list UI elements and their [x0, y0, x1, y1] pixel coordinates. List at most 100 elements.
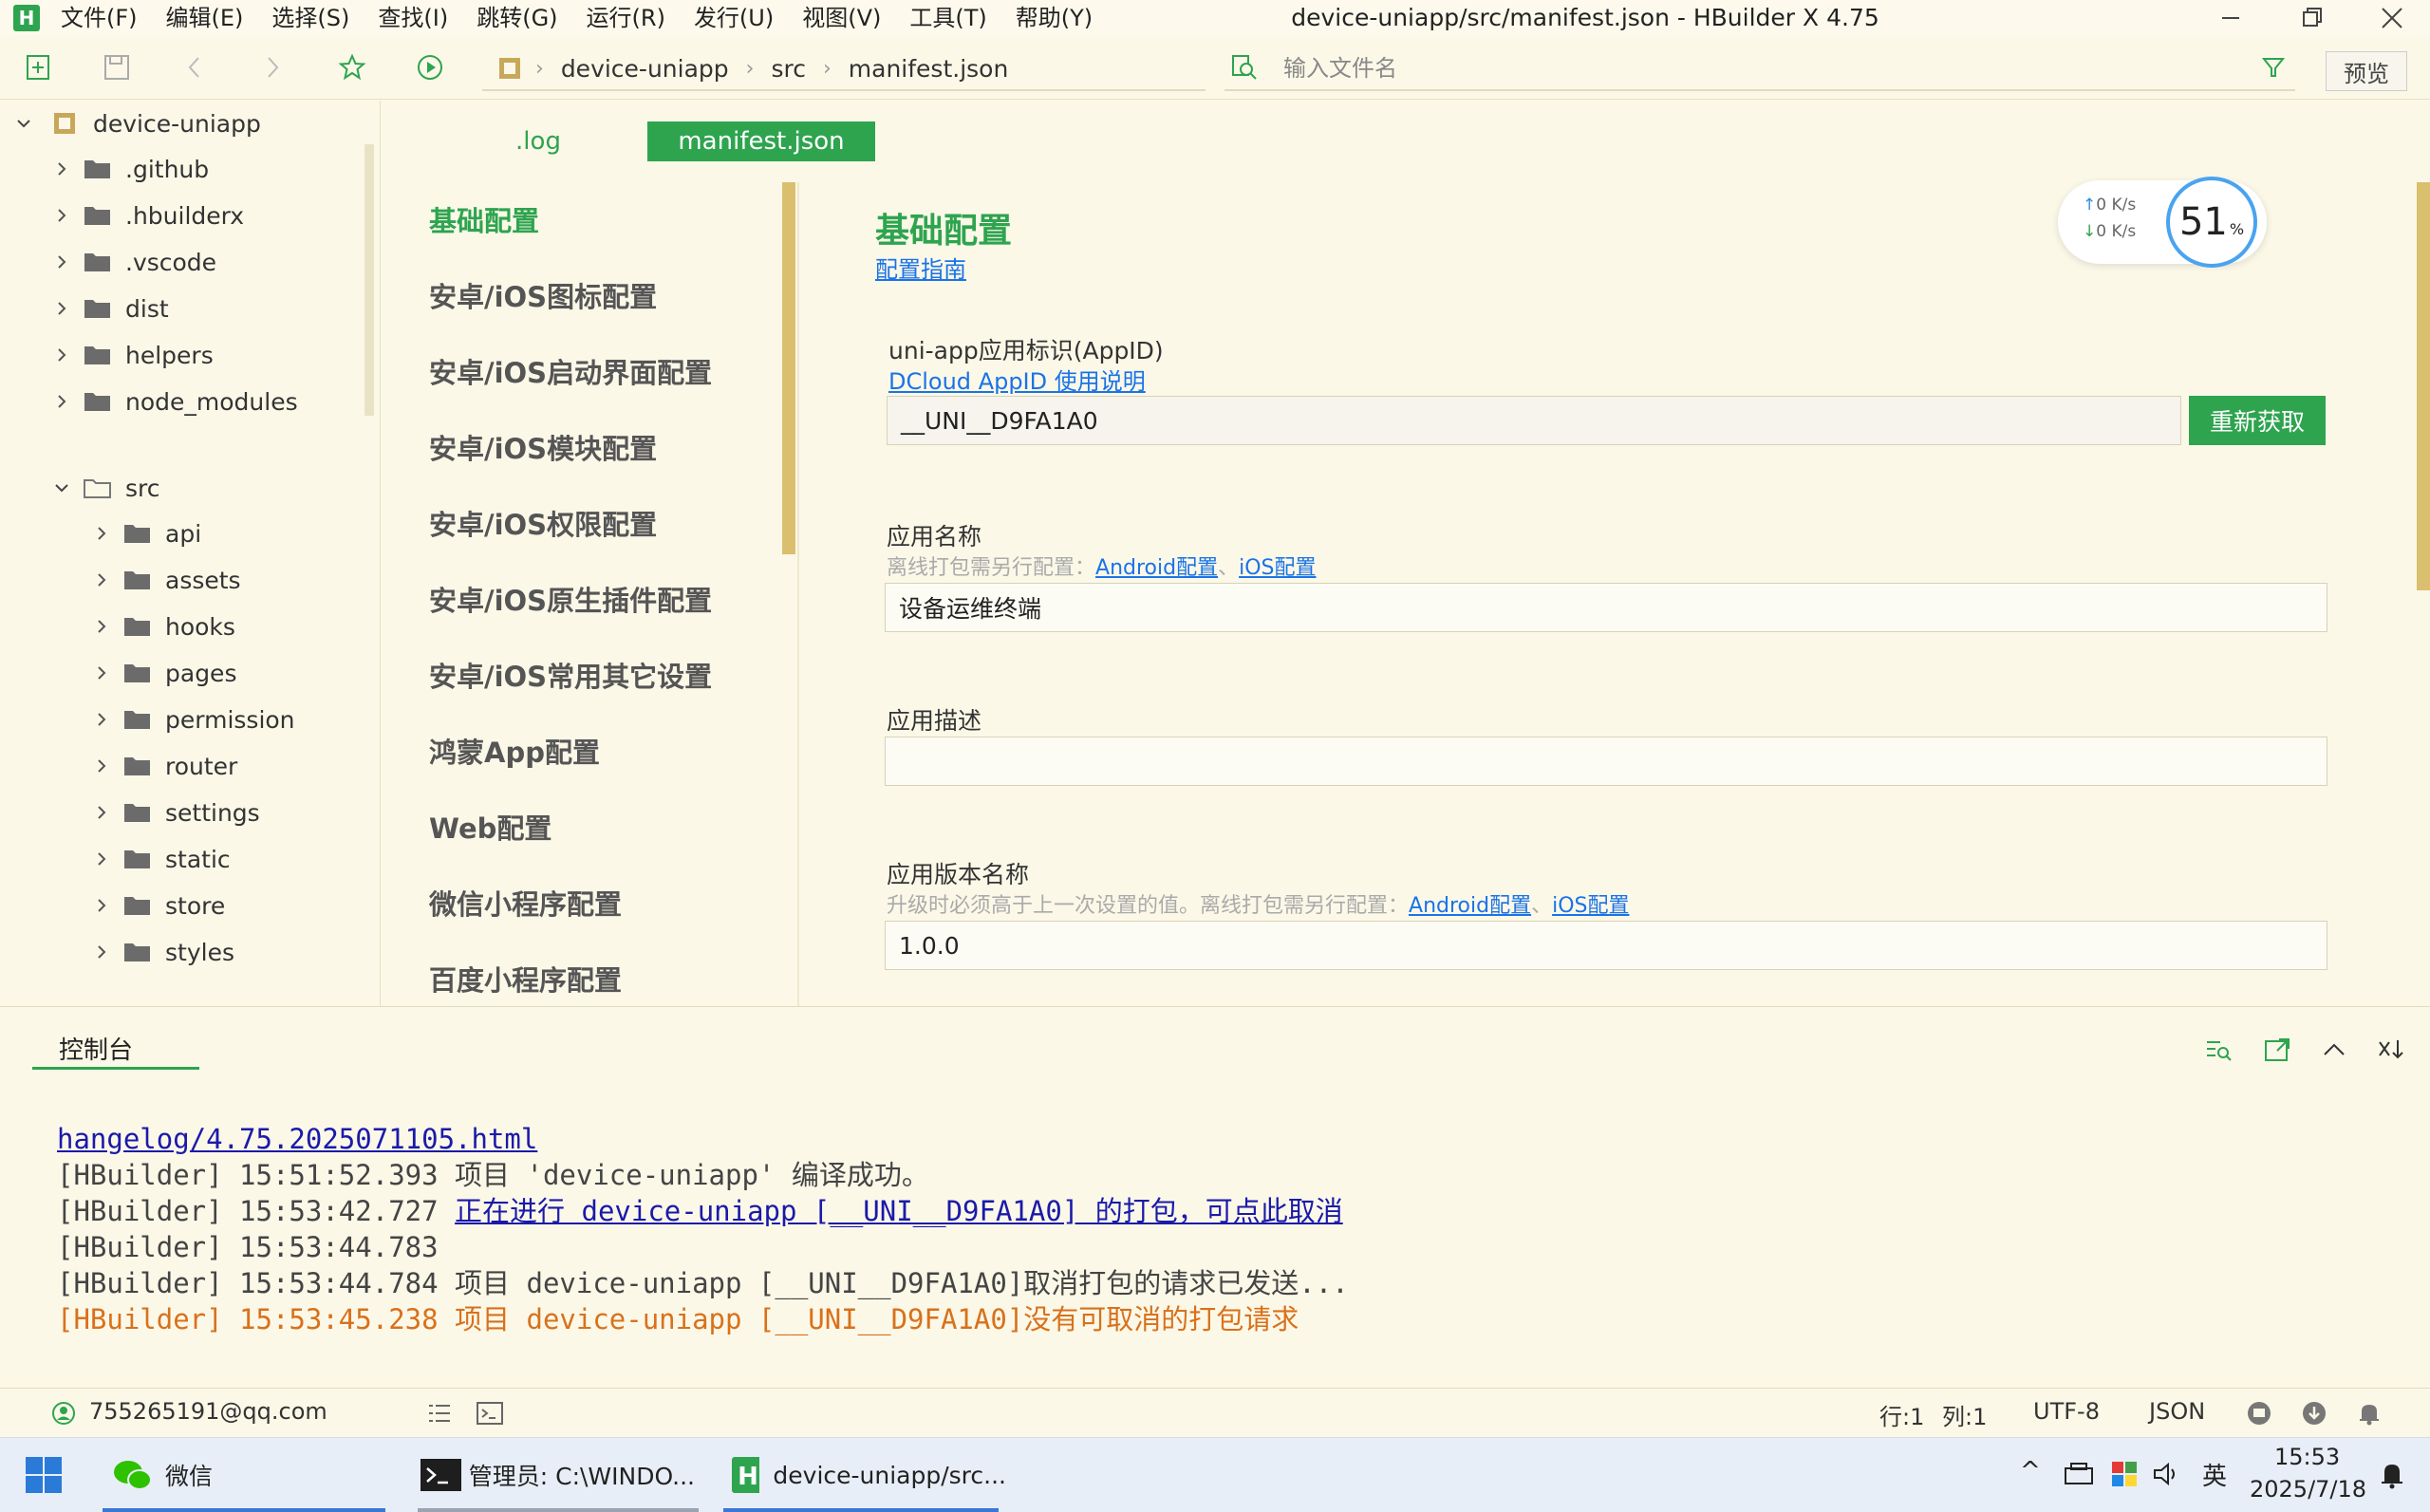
tray-app-icon[interactable] — [2064, 1461, 2094, 1487]
appid-field[interactable]: __UNI__D9FA1A0 — [887, 396, 2181, 445]
back-button[interactable] — [178, 51, 211, 84]
chat-icon[interactable] — [2246, 1400, 2272, 1427]
taskbar-cmd[interactable]: 管理员: C:\WINDO... — [420, 1438, 695, 1512]
tree-folder-assets[interactable]: assets — [89, 557, 241, 603]
menu-tools[interactable]: 工具(T) — [909, 1, 986, 35]
preview-button[interactable]: 预览 — [2326, 51, 2407, 91]
taskbar-hbuilder[interactable]: H device-uniapp/src... — [731, 1438, 1006, 1512]
tree-folder-settings[interactable]: settings — [89, 790, 260, 835]
network-speed-widget[interactable]: ↑0 K/s ↓0 K/s 51% — [2058, 177, 2267, 268]
breadcrumb-project[interactable]: device-uniapp — [561, 55, 729, 83]
cursor-row[interactable]: 行:1 — [1879, 1398, 1924, 1431]
console-export-button[interactable] — [2261, 1034, 2293, 1066]
bell-icon[interactable] — [2356, 1400, 2383, 1427]
config-nav-item[interactable]: 百度小程序配置 — [429, 959, 622, 999]
outline-icon[interactable] — [427, 1402, 452, 1425]
config-nav-item[interactable]: 安卓/iOS启动界面配置 — [429, 351, 712, 391]
tray-colorful-app-icon[interactable] — [2111, 1461, 2138, 1487]
config-nav-item[interactable]: 安卓/iOS原生插件配置 — [429, 579, 712, 619]
menu-help[interactable]: 帮助(Y) — [1016, 1, 1093, 35]
taskbar-wechat[interactable]: 微信 — [112, 1438, 387, 1512]
minimize-button[interactable] — [2202, 0, 2259, 36]
sidebar-scrollbar[interactable] — [364, 144, 374, 416]
cancel-packaging-link[interactable]: 正在进行 device-uniapp [__UNI__D9FA1A0] 的打包，… — [455, 1195, 1343, 1227]
menu-select[interactable]: 选择(S) — [271, 1, 349, 35]
config-nav-item[interactable]: 安卓/iOS模块配置 — [429, 427, 657, 467]
version-name-field[interactable]: 1.0.0 — [885, 921, 2327, 970]
file-search-input[interactable] — [1281, 54, 2140, 83]
run-button[interactable] — [414, 51, 446, 84]
menu-edit[interactable]: 编辑(E) — [166, 1, 244, 35]
tab-log[interactable]: .log — [477, 121, 600, 161]
config-nav-item[interactable]: 安卓/iOS图标配置 — [429, 275, 657, 315]
tree-folder-store[interactable]: store — [89, 883, 225, 928]
tree-root-device-uniapp[interactable]: device-uniapp — [11, 101, 261, 146]
breadcrumb-folder[interactable]: src — [771, 55, 806, 83]
console-clear-button[interactable] — [2375, 1034, 2407, 1066]
menu-publish[interactable]: 发行(U) — [694, 1, 774, 35]
menu-goto[interactable]: 跳转(G) — [477, 1, 557, 35]
tree-folder-pages[interactable]: pages — [89, 650, 236, 696]
config-nav-item[interactable]: 基础配置 — [429, 199, 539, 239]
config-nav-item[interactable]: 鸿蒙App配置 — [429, 731, 600, 771]
menu-view[interactable]: 视图(V) — [802, 1, 881, 35]
config-nav-item[interactable]: Web配置 — [429, 807, 551, 847]
app-desc-field[interactable] — [885, 737, 2327, 786]
breadcrumb-file[interactable]: manifest.json — [849, 55, 1009, 83]
android-config-link[interactable]: Android配置 — [1095, 556, 1218, 580]
tab-console[interactable]: 控制台 — [32, 1030, 199, 1070]
tree-folder-static[interactable]: static — [89, 836, 231, 882]
menu-run[interactable]: 运行(R) — [587, 1, 665, 35]
ime-indicator[interactable]: 英 — [2202, 1457, 2227, 1492]
tree-folder-hooks[interactable]: hooks — [89, 604, 235, 649]
tree-folder-permission[interactable]: permission — [89, 697, 295, 742]
new-file-button[interactable] — [23, 51, 55, 84]
user-account[interactable]: 755265191@qq.com — [89, 1398, 327, 1425]
editor-scrollbar[interactable] — [2417, 182, 2430, 590]
tree-folder-vscode[interactable]: .vscode — [49, 239, 216, 285]
clock-date[interactable]: 2025/7/18 — [2250, 1476, 2366, 1503]
favorite-button[interactable] — [336, 51, 368, 84]
save-button[interactable] — [101, 51, 133, 84]
android-config-link[interactable]: Android配置 — [1409, 894, 1531, 918]
filter-icon[interactable] — [2261, 55, 2286, 80]
tree-folder-dist[interactable]: dist — [49, 286, 169, 331]
ios-config-link[interactable]: iOS配置 — [1552, 894, 1629, 918]
config-guide-link[interactable]: 配置指南 — [875, 251, 966, 284]
file-language[interactable]: JSON — [2149, 1398, 2205, 1425]
notification-bell-icon[interactable] — [2379, 1461, 2405, 1489]
tree-folder-styles[interactable]: styles — [89, 929, 234, 975]
app-name-field[interactable]: 设备运维终端 — [885, 583, 2327, 632]
tree-folder-api[interactable]: api — [89, 511, 201, 556]
tree-folder-router[interactable]: router — [89, 743, 237, 789]
menu-find[interactable]: 查找(I) — [378, 1, 448, 35]
changelog-link[interactable]: hangelog/4.75.2025071105.html — [57, 1121, 2411, 1157]
appid-help-link[interactable]: DCloud AppID 使用说明 — [888, 363, 1146, 396]
tree-folder-hbuilderx[interactable]: .hbuilderx — [49, 193, 244, 238]
cursor-column[interactable]: 列:1 — [1942, 1398, 1987, 1431]
tab-manifest-json[interactable]: manifest.json — [647, 121, 875, 161]
tree-folder-github[interactable]: .github — [49, 146, 209, 192]
tray-overflow-icon[interactable]: ^ — [2020, 1457, 2041, 1485]
config-nav-item[interactable]: 微信小程序配置 — [429, 883, 622, 923]
ios-config-link[interactable]: iOS配置 — [1239, 556, 1316, 580]
config-nav-item[interactable]: 安卓/iOS权限配置 — [429, 503, 657, 543]
refresh-appid-button[interactable]: 重新获取 — [2189, 396, 2326, 445]
clock-time[interactable]: 15:53 — [2274, 1444, 2340, 1470]
start-button[interactable] — [25, 1438, 66, 1512]
nav-scrollbar[interactable] — [782, 182, 795, 554]
file-encoding[interactable]: UTF-8 — [2033, 1398, 2100, 1425]
volume-icon[interactable] — [2153, 1461, 2183, 1487]
tree-folder-src[interactable]: src — [49, 465, 160, 511]
terminal-icon[interactable] — [477, 1402, 503, 1425]
close-window-button[interactable] — [2364, 0, 2421, 36]
console-search-button[interactable] — [2202, 1034, 2234, 1066]
forward-button[interactable] — [256, 51, 289, 84]
download-icon[interactable] — [2301, 1400, 2327, 1427]
console-collapse-button[interactable] — [2318, 1034, 2350, 1066]
config-nav-item[interactable]: 安卓/iOS常用其它设置 — [429, 655, 712, 695]
restore-button[interactable] — [2284, 0, 2341, 36]
menu-file[interactable]: 文件(F) — [61, 1, 138, 35]
tree-folder-nodemodules[interactable]: node_modules — [49, 379, 298, 424]
tree-folder-helpers[interactable]: helpers — [49, 332, 214, 378]
